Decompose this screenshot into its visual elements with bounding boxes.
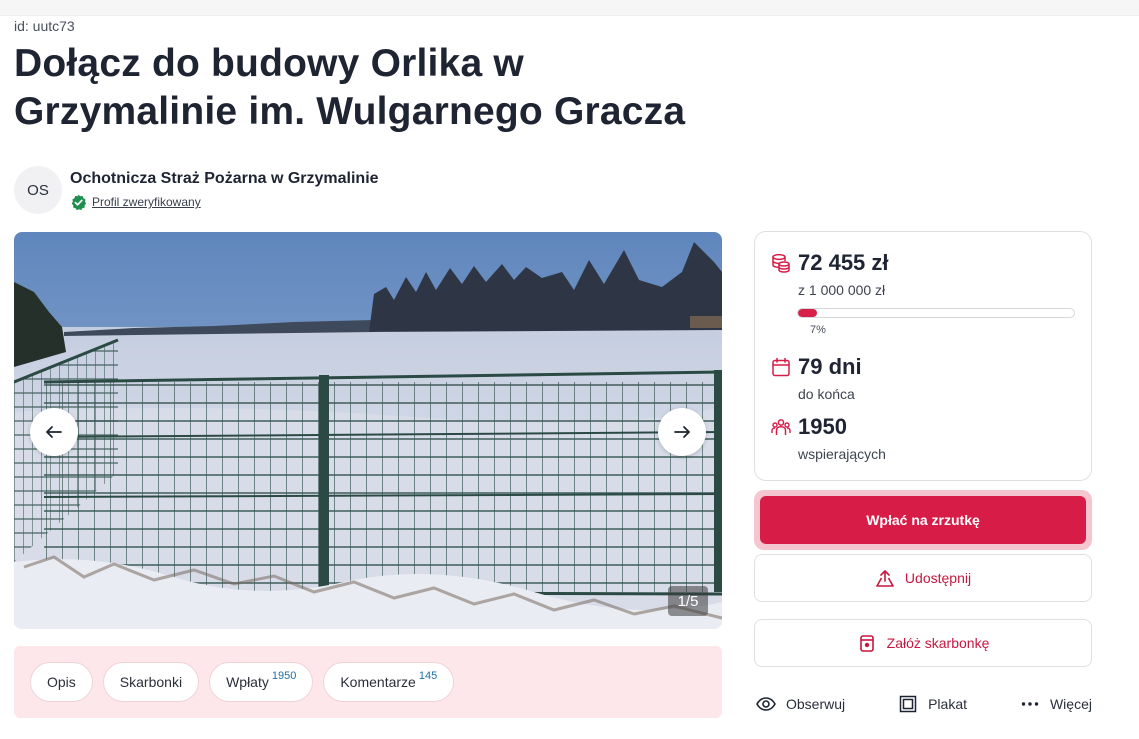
tab-wplaty[interactable]: Wpłaty 1950 (209, 662, 314, 702)
photo-gallery[interactable]: 1/5 (14, 232, 722, 629)
piggybank-button-label: Załóż skarbonkę (886, 635, 990, 651)
tab-label: Wpłaty (226, 674, 269, 690)
tab-skarbonki[interactable]: Skarbonki (102, 662, 200, 702)
arrow-right-icon (674, 426, 690, 438)
donate-button[interactable]: Wpłać na zrzutkę (760, 496, 1086, 544)
progress-percent: 7% (810, 324, 826, 336)
more-button[interactable]: Więcej (1020, 692, 1092, 716)
fundraiser-stats-card: 72 455 zł z 1 000 000 zł 7% 79 dni do ko… (754, 231, 1092, 481)
supporters-stat: 1950 wspierających (771, 414, 886, 462)
share-button[interactable]: Udostępnij (754, 554, 1092, 602)
arrow-left-icon (46, 426, 62, 438)
people-icon (771, 419, 791, 435)
share-button-label: Udostępnij (904, 570, 972, 586)
observe-label: Obserwuj (786, 696, 846, 712)
avatar[interactable]: OS (14, 166, 62, 214)
days-stat: 79 dni do końca (771, 354, 862, 402)
verified-badge-icon (71, 194, 87, 210)
secondary-actions: Obserwuj Plakat Więcej (756, 692, 1092, 716)
tab-count: 1950 (271, 670, 297, 682)
gallery-photo (14, 232, 722, 629)
goal-amount: z 1 000 000 zł (798, 282, 886, 298)
raised-amount: 72 455 zł (798, 250, 889, 275)
coins-icon (772, 253, 790, 273)
verified-profile-link[interactable]: Profil zweryfikowany (92, 195, 201, 209)
organizer-name[interactable]: Ochotnicza Straż Pożarna w Grzymalinie (70, 170, 379, 188)
more-dots-icon (1021, 702, 1039, 706)
tab-count: 145 (418, 670, 438, 682)
tab-label: Komentarze (340, 674, 416, 690)
tab-label: Opis (47, 674, 76, 690)
poster-icon (899, 695, 917, 713)
share-icon (876, 570, 894, 587)
create-piggybank-button[interactable]: Załóż skarbonkę (754, 619, 1092, 667)
top-bar (0, 0, 1139, 16)
tab-label: Skarbonki (119, 674, 183, 690)
more-label: Więcej (1049, 696, 1092, 712)
gallery-next-button[interactable] (658, 408, 706, 456)
section-tabs: Opis Skarbonki Wpłaty 1950 Komentarze 14… (14, 646, 722, 718)
piggybank-icon (859, 635, 874, 652)
donate-button-wrapper: Wpłać na zrzutkę (754, 490, 1092, 550)
supporters-count: 1950 (798, 414, 847, 439)
organizer[interactable]: OS Ochotnicza Straż Pożarna w Grzymalini… (14, 166, 379, 214)
poster-label: Plakat (928, 696, 968, 712)
verified-profile: Profil zweryfikowany (70, 194, 379, 211)
raised-stat: 72 455 zł z 1 000 000 zł (771, 250, 889, 298)
organizer-info: Ochotnicza Straż Pożarna w Grzymalinie P… (70, 170, 379, 211)
observe-button[interactable]: Obserwuj (756, 692, 845, 716)
tab-opis[interactable]: Opis (30, 662, 93, 702)
gallery-counter: 1/5 (668, 586, 708, 616)
poster-button[interactable]: Plakat (898, 692, 967, 716)
gallery-prev-button[interactable] (30, 408, 78, 456)
progress-bar (797, 308, 1075, 318)
page-title: Dołącz do budowy Orlika w Grzymalinie im… (14, 42, 686, 133)
supporters-label: wspierających (798, 446, 886, 462)
days-left: 79 dni (798, 354, 862, 379)
page-id: id: uutc73 (14, 18, 75, 34)
calendar-icon (772, 357, 790, 377)
days-left-label: do końca (798, 386, 855, 402)
eye-icon (756, 697, 776, 711)
tab-komentarze[interactable]: Komentarze 145 (323, 662, 455, 702)
progress-bar-fill (798, 309, 818, 317)
